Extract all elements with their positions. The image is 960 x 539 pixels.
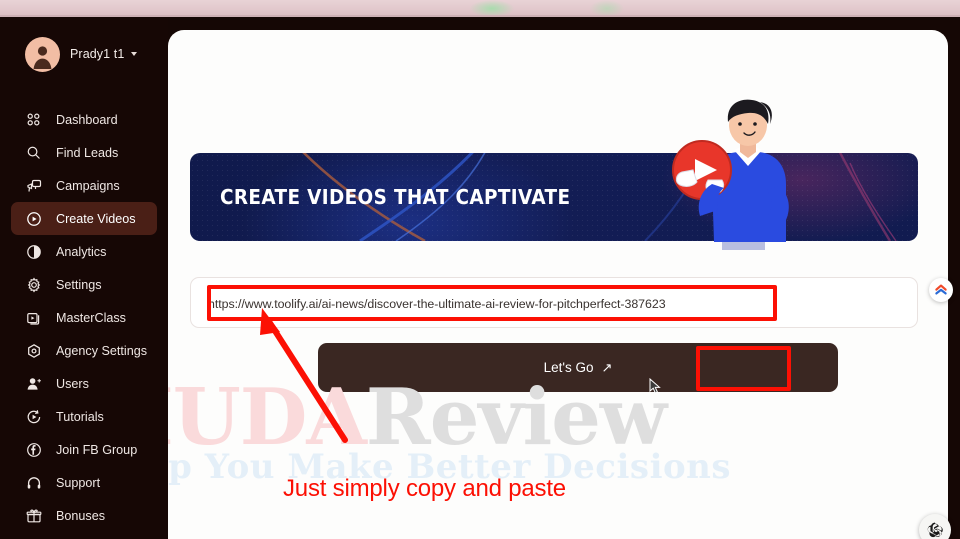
app-root: Prady1 t1 Dashboard Find Leads Campaigns… — [0, 0, 960, 539]
main-content-card: CREATE VIDEOS THAT CAPTIVATE https://www… — [168, 30, 948, 539]
sidebar-item-label: Dashboard — [56, 112, 118, 127]
sidebar-item-find-leads[interactable]: Find Leads — [11, 136, 157, 169]
gear-hex-icon — [25, 342, 42, 359]
sidebar-item-join-fb-group[interactable]: Join FB Group — [11, 433, 157, 466]
sidebar-item-campaigns[interactable]: Campaigns — [11, 169, 157, 202]
sidebar-item-label: Bonuses — [56, 508, 106, 523]
openai-chat-button[interactable] — [919, 514, 951, 539]
replay-circle-icon — [25, 408, 42, 425]
hero-banner: CREATE VIDEOS THAT CAPTIVATE — [190, 99, 918, 250]
grid-dots-icon — [25, 111, 42, 128]
lets-go-button[interactable]: Let's Go ↗ — [318, 343, 838, 392]
video-stack-icon — [25, 309, 42, 326]
brand-chevron-badge-icon[interactable] — [929, 278, 953, 302]
sidebar-item-label: Support — [56, 475, 101, 490]
gift-icon — [25, 507, 42, 524]
profile-menu[interactable]: Prady1 t1 — [0, 17, 168, 76]
sidebar-item-label: MasterClass — [56, 310, 126, 325]
sidebar-item-bonuses[interactable]: Bonuses — [11, 499, 157, 532]
chevron-down-icon — [131, 52, 138, 56]
sidebar-item-label: Settings — [56, 277, 102, 292]
sidebar-item-create-videos[interactable]: Create Videos — [11, 202, 157, 235]
sidebar-item-label: Campaigns — [56, 178, 120, 193]
openai-logo-icon — [927, 522, 943, 538]
annotation-caption: Just simply copy and paste — [283, 475, 566, 502]
man-holding-play-button-illustration — [660, 90, 840, 250]
search-icon — [25, 144, 42, 161]
sidebar: Prady1 t1 Dashboard Find Leads Campaigns… — [0, 17, 168, 539]
user-add-icon — [25, 375, 42, 392]
pie-chart-icon — [25, 243, 42, 260]
sidebar-item-users[interactable]: Users — [11, 367, 157, 400]
sidebar-item-label: Create Videos — [56, 211, 136, 226]
sidebar-item-label: Agency Settings — [56, 343, 148, 358]
sidebar-item-label: Tutorials — [56, 409, 104, 424]
browser-top-strip — [0, 0, 960, 17]
gear-icon — [25, 276, 42, 293]
app-shell: Prady1 t1 Dashboard Find Leads Campaigns… — [0, 17, 960, 539]
sidebar-nav: Dashboard Find Leads Campaigns Create Vi… — [0, 103, 168, 532]
headphones-icon — [25, 474, 42, 491]
facebook-icon — [25, 441, 42, 458]
sidebar-item-masterclass[interactable]: MasterClass — [11, 301, 157, 334]
banner-title: CREATE VIDEOS THAT CAPTIVATE — [220, 185, 571, 209]
user-avatar-icon — [33, 45, 52, 69]
lets-go-label: Let's Go — [543, 360, 594, 375]
sidebar-item-label: Find Leads — [56, 145, 119, 160]
sidebar-item-label: Join FB Group — [56, 442, 138, 457]
play-circle-icon — [25, 210, 42, 227]
sidebar-item-settings[interactable]: Settings — [11, 268, 157, 301]
mouse-cursor — [649, 378, 661, 394]
profile-name: Prady1 t1 — [70, 47, 125, 61]
sidebar-item-dashboard[interactable]: Dashboard — [11, 103, 157, 136]
sidebar-item-label: Users — [56, 376, 89, 391]
megaphone-icon — [25, 177, 42, 194]
sidebar-item-tutorials[interactable]: Tutorials — [11, 400, 157, 433]
arrow-up-right-icon: ↗ — [601, 360, 613, 375]
sidebar-item-analytics[interactable]: Analytics — [11, 235, 157, 268]
avatar — [25, 36, 60, 72]
sidebar-item-label: Analytics — [56, 244, 107, 259]
sidebar-item-support[interactable]: Support — [11, 466, 157, 499]
red-arrow-pointer — [260, 308, 348, 443]
sidebar-item-agency-settings[interactable]: Agency Settings — [11, 334, 157, 367]
